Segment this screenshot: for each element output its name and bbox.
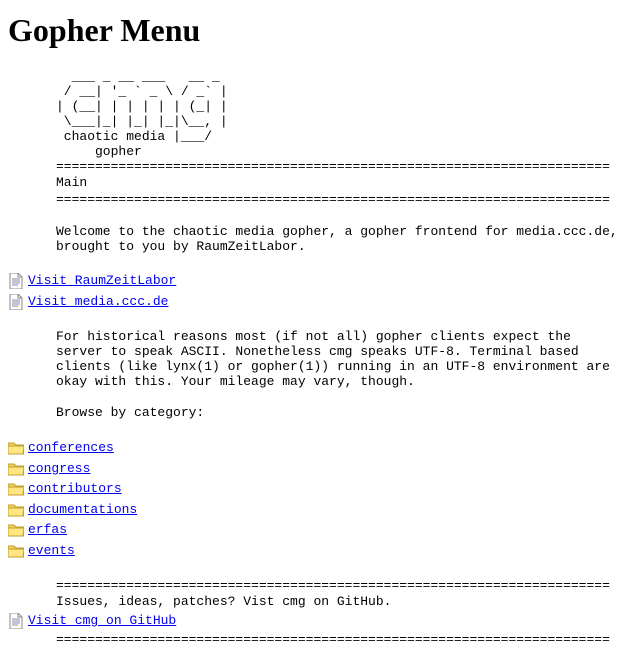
folder-icon [8, 440, 24, 456]
link-label: conferences [28, 440, 114, 455]
link-label: events [28, 543, 75, 558]
ascii-art-line-3: \___|_| |_| |_|\__, | [8, 114, 633, 129]
ascii-art-line-0: ___ _ __ ___ __ _ [8, 69, 633, 84]
category-documentations[interactable]: documentations [28, 500, 137, 520]
category-conferences[interactable]: conferences [28, 438, 114, 458]
file-icon [8, 613, 24, 629]
ascii-art-line-1: / __| '_ ` _ \ / _` | [8, 84, 633, 99]
category-erfas[interactable]: erfas [28, 520, 67, 540]
link-raumzeitlabor[interactable]: Visit RaumZeitLabor [28, 271, 176, 291]
link-label: congress [28, 461, 90, 476]
folder-icon [8, 522, 24, 538]
divider: ========================================… [8, 578, 633, 594]
link-github[interactable]: Visit cmg on GitHub [28, 611, 176, 631]
link-label: erfas [28, 522, 67, 537]
historical-text: For historical reasons most (if not all)… [8, 329, 633, 389]
ascii-art-line-4: chaotic media |___/ [8, 129, 633, 144]
folder-icon [8, 502, 24, 518]
link-label: Visit media.ccc.de [28, 294, 168, 309]
link-mediaccc[interactable]: Visit media.ccc.de [28, 292, 168, 312]
ascii-art-line-2: | (__| | | | | | (_| | [8, 99, 633, 114]
welcome-text: Welcome to the chaotic media gopher, a g… [8, 224, 633, 254]
category-congress[interactable]: congress [28, 459, 90, 479]
divider: ========================================… [8, 632, 633, 648]
divider: ========================================… [8, 159, 633, 175]
browse-label: Browse by category: [8, 405, 633, 421]
link-label: documentations [28, 502, 137, 517]
category-contributors[interactable]: contributors [28, 479, 122, 499]
link-label: Visit cmg on GitHub [28, 613, 176, 628]
link-label: contributors [28, 481, 122, 496]
issues-text: Issues, ideas, patches? Vist cmg on GitH… [8, 594, 633, 610]
folder-icon [8, 461, 24, 477]
file-icon [8, 273, 24, 289]
page-title: Gopher Menu [8, 12, 633, 49]
file-icon [8, 294, 24, 310]
category-events[interactable]: events [28, 541, 75, 561]
divider: ========================================… [8, 192, 633, 208]
folder-icon [8, 481, 24, 497]
folder-icon [8, 543, 24, 559]
main-label: Main [8, 175, 633, 191]
ascii-art-line-5: gopher [8, 144, 633, 159]
link-label: Visit RaumZeitLabor [28, 273, 176, 288]
